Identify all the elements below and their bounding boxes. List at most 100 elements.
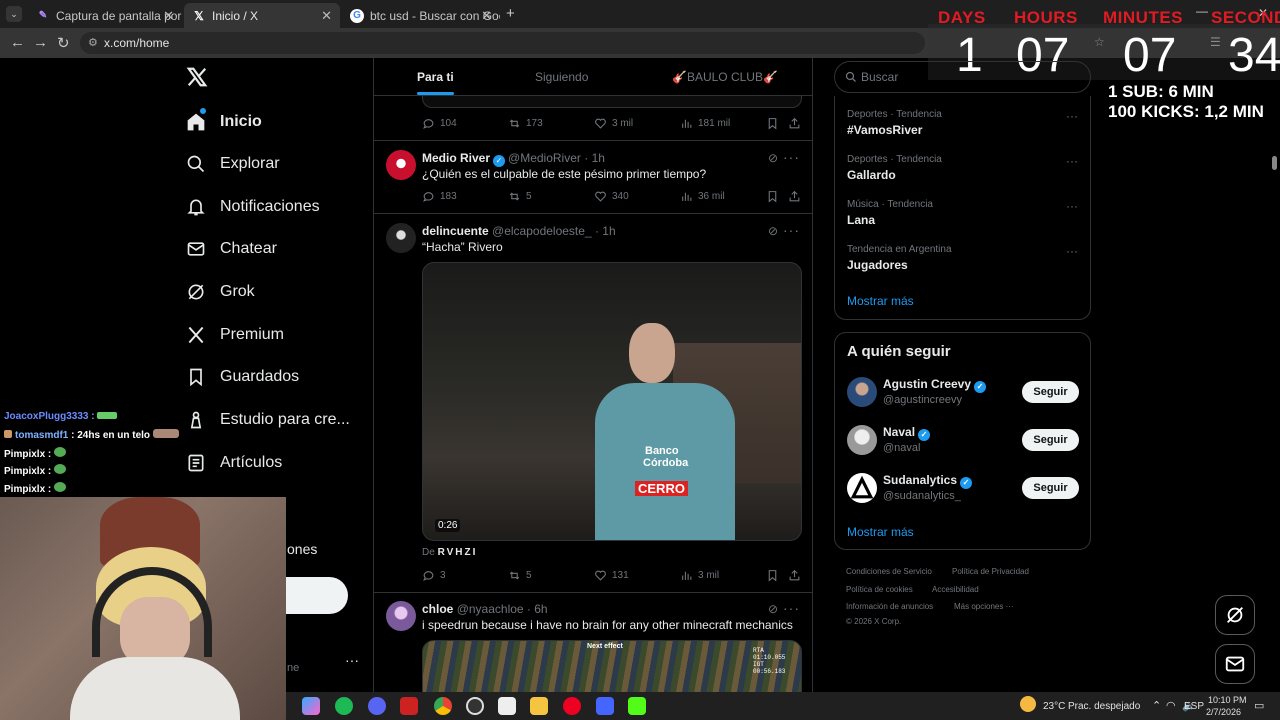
weather-temp[interactable]: 23°C xyxy=(1043,701,1065,712)
nav-item-creator-studio[interactable]: Estudio para cre... xyxy=(186,400,350,440)
obs-icon[interactable] xyxy=(466,697,484,715)
nav-item-home[interactable]: Inicio xyxy=(186,102,262,142)
tab-search-dropdown[interactable]: ⌄ xyxy=(6,6,22,22)
tweet-time[interactable]: · 1h xyxy=(584,151,605,165)
author-handle[interactable]: @nyaachloe xyxy=(457,602,524,616)
notifications-icon[interactable]: ▭ xyxy=(1254,699,1264,712)
footer-link[interactable]: Política de Privacidad xyxy=(952,567,1029,576)
clock-time[interactable]: 10:10 PM xyxy=(1208,695,1247,705)
footer-link[interactable]: Información de anuncios xyxy=(846,602,933,611)
avatar[interactable] xyxy=(847,425,877,455)
bookmark-button[interactable] xyxy=(766,190,784,203)
repost-button[interactable]: 173 xyxy=(508,117,543,130)
author-handle[interactable]: @elcapodeloeste_ xyxy=(492,224,592,238)
close-tab-icon[interactable]: ✕ xyxy=(481,8,492,24)
nav-item-chat[interactable]: Chatear xyxy=(186,229,277,269)
page-scrollbar[interactable] xyxy=(1272,156,1277,170)
tray-chevron-icon[interactable]: ⌃ xyxy=(1152,699,1161,712)
bookmark-button[interactable] xyxy=(766,117,784,130)
new-tab-button[interactable]: + xyxy=(506,5,515,22)
more-options-icon[interactable]: ··· xyxy=(1066,109,1078,123)
nav-item-notifications[interactable]: Notificaciones xyxy=(186,187,320,227)
tweet-media[interactable]: Next effect RTA 01:10.055 IGT 00:56.183 xyxy=(422,640,802,692)
x-logo-icon[interactable] xyxy=(186,66,208,88)
search-input[interactable]: Buscar xyxy=(834,61,1091,93)
follow-handle[interactable]: @agustincreevy xyxy=(883,394,962,406)
footer-link[interactable]: Más opciones ··· xyxy=(954,602,1014,611)
nav-item-explore[interactable]: Explorar xyxy=(186,144,280,184)
avatar[interactable] xyxy=(847,473,877,503)
browser-tab-google[interactable]: G btc usd - Buscar con Google ✕ xyxy=(342,3,500,28)
follow-button[interactable]: Seguir xyxy=(1022,381,1079,403)
profile-more-icon[interactable]: ··· xyxy=(345,652,359,668)
browser-tab-x[interactable]: 𝕏 Inicio / X ✕ xyxy=(184,3,340,28)
app-icon[interactable] xyxy=(596,697,614,715)
nav-item-premium[interactable]: Premium xyxy=(186,315,284,355)
tweet-time[interactable]: · 1h xyxy=(595,224,616,238)
follow-name[interactable]: Sudanalytics ✓ xyxy=(883,473,975,489)
follow-button[interactable]: Seguir xyxy=(1022,429,1079,451)
video-source-name[interactable]: RVHZI xyxy=(438,547,478,558)
more-options-icon[interactable]: ··· xyxy=(783,149,800,165)
author-handle[interactable]: @MedioRiver xyxy=(508,151,581,165)
footer-link[interactable]: Condiciones de Servicio xyxy=(846,567,932,576)
like-button[interactable]: 3 mil xyxy=(594,117,633,130)
share-button[interactable] xyxy=(788,569,806,582)
views-button[interactable]: 3 mil xyxy=(680,569,719,582)
browser-tab-lightshot[interactable]: ✎ Captura de pantalla por Lightsh ✕ xyxy=(28,3,182,28)
more-options-icon[interactable]: ··· xyxy=(1066,244,1078,258)
close-tab-icon[interactable]: ✕ xyxy=(321,8,332,24)
share-button[interactable] xyxy=(788,117,806,130)
more-options-icon[interactable]: ··· xyxy=(1066,199,1078,213)
like-button[interactable]: 340 xyxy=(594,190,629,203)
repost-button[interactable]: 5 xyxy=(508,569,532,582)
chrome-icon[interactable] xyxy=(434,697,452,715)
footer-link[interactable]: Política de cookies xyxy=(846,585,913,594)
avatar[interactable] xyxy=(386,601,416,631)
nav-item-more-options[interactable]: ones xyxy=(287,541,317,557)
weather-text[interactable]: Prac. despejado xyxy=(1068,701,1140,712)
post-button[interactable] xyxy=(286,577,348,614)
show-more-trends-link[interactable]: Mostrar más xyxy=(847,294,914,308)
avatar[interactable] xyxy=(386,150,416,180)
discord-icon[interactable] xyxy=(368,697,386,715)
repost-button[interactable]: 5 xyxy=(508,190,532,203)
forward-arrow-icon[interactable]: → xyxy=(33,34,48,51)
back-arrow-icon[interactable]: ← xyxy=(10,34,25,51)
tweet-video[interactable]: Banco Córdoba CERRO 0:26 xyxy=(422,262,802,541)
footer-link[interactable]: Accesibilidad xyxy=(932,585,979,594)
tab-baulo-club[interactable]: 🎸BAULO CLUB🎸 xyxy=(672,70,778,84)
grok-icon[interactable]: ⊘ xyxy=(768,602,778,616)
tab-following[interactable]: Siguiendo xyxy=(535,70,588,84)
show-more-follow-link[interactable]: Mostrar más xyxy=(847,525,914,539)
close-tab-icon[interactable]: ✕ xyxy=(163,8,174,24)
nav-item-bookmarks[interactable]: Guardados xyxy=(186,357,299,397)
voicemod-icon[interactable] xyxy=(400,697,418,715)
wifi-icon[interactable]: ◠ xyxy=(1166,699,1176,712)
clock-date[interactable]: 2/7/2026 xyxy=(1206,707,1241,717)
site-info-icon[interactable]: ⚙ xyxy=(88,36,98,49)
avatar[interactable] xyxy=(847,377,877,407)
app-icon[interactable] xyxy=(498,697,516,715)
tweet-time[interactable]: · 6h xyxy=(527,602,548,616)
messages-floating-button[interactable] xyxy=(1215,644,1255,684)
language-indicator[interactable]: ESP xyxy=(1184,701,1204,712)
kick-icon[interactable] xyxy=(628,697,646,715)
author-name[interactable]: delincuente xyxy=(422,224,489,238)
tab-for-you[interactable]: Para ti xyxy=(417,70,454,84)
bookmark-button[interactable] xyxy=(766,569,784,582)
author-name[interactable]: chloe xyxy=(422,602,453,616)
follow-name[interactable]: Agustin Creevy ✓ xyxy=(883,377,989,393)
follow-handle[interactable]: @sudanalytics_ xyxy=(883,490,961,502)
more-options-icon[interactable]: ··· xyxy=(783,600,800,616)
reply-button[interactable]: 104 xyxy=(422,117,457,130)
views-button[interactable]: 181 mil xyxy=(680,117,730,130)
grok-floating-button[interactable] xyxy=(1215,595,1255,635)
follow-button[interactable]: Seguir xyxy=(1022,477,1079,499)
views-button[interactable]: 36 mil xyxy=(680,190,725,203)
more-options-icon[interactable]: ··· xyxy=(783,222,800,238)
copilot-icon[interactable] xyxy=(302,697,320,715)
nav-item-articles[interactable]: Artículos xyxy=(186,443,282,483)
more-options-icon[interactable]: ··· xyxy=(1066,154,1078,168)
file-explorer-icon[interactable] xyxy=(530,697,548,715)
